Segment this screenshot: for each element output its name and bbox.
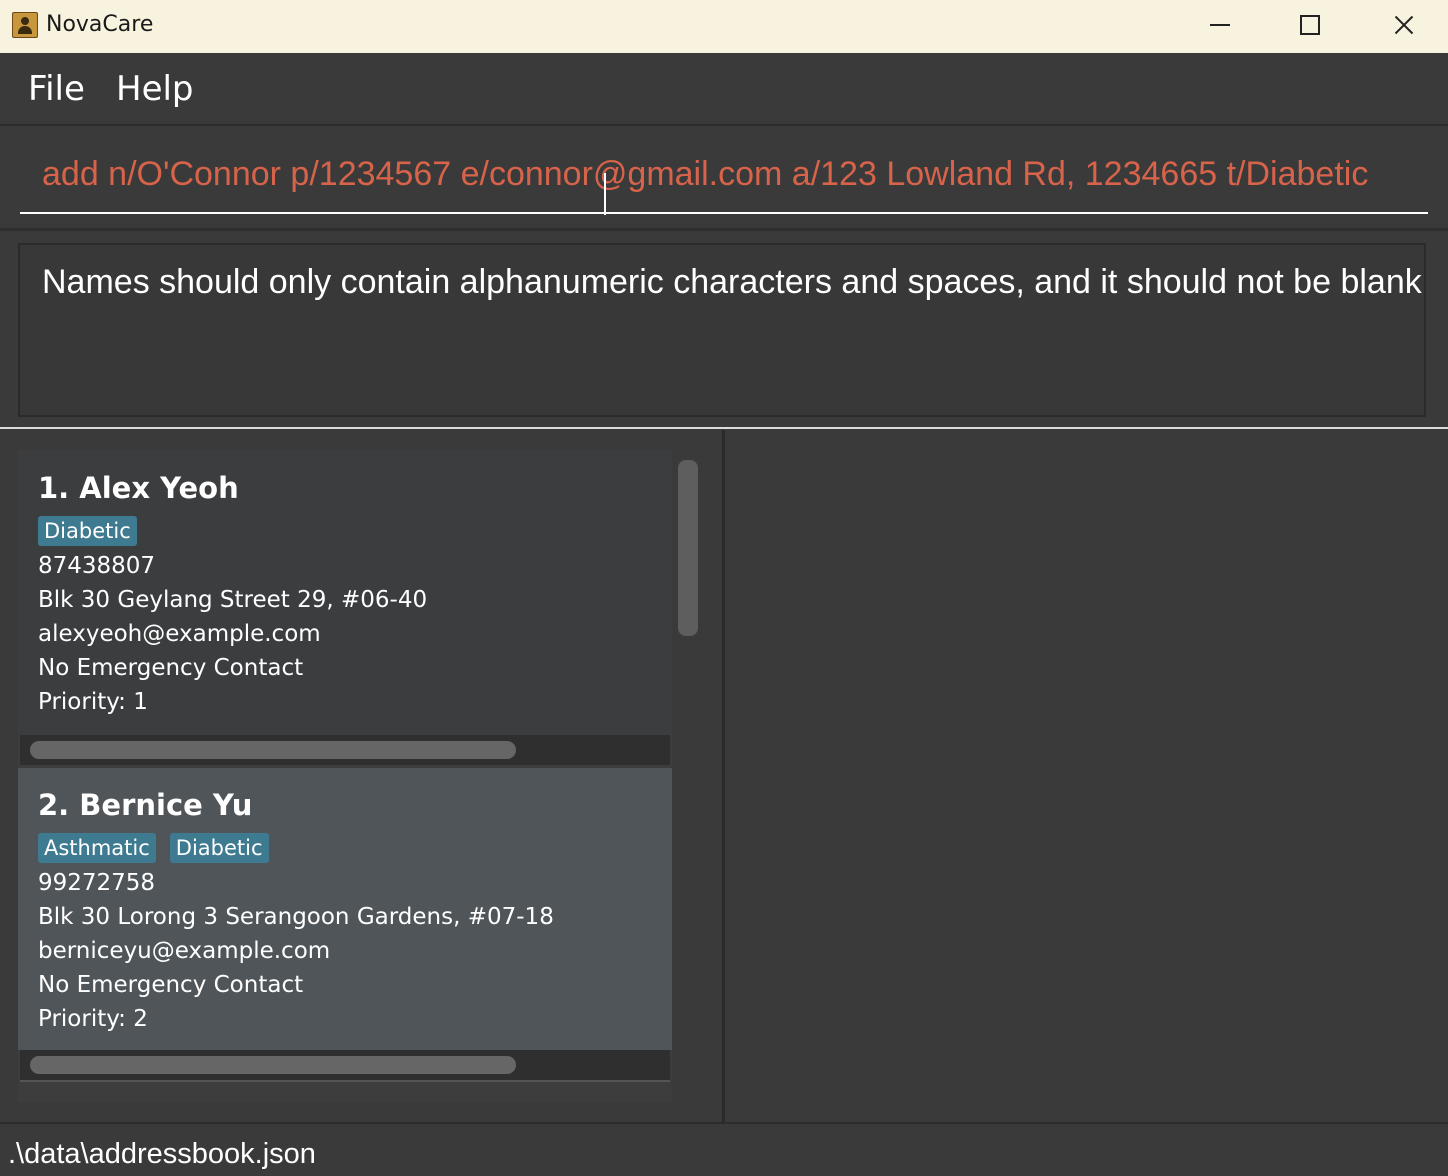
person-name: 2. Bernice Yu bbox=[38, 788, 253, 822]
scrollbar-thumb[interactable] bbox=[30, 1056, 516, 1074]
tag: Asthmatic bbox=[38, 833, 156, 863]
person-priority: Priority: 2 bbox=[38, 1006, 148, 1032]
menu-file[interactable]: File bbox=[28, 69, 85, 109]
person-address: Blk 30 Lorong 3 Serangoon Gardens, #07-1… bbox=[38, 904, 554, 930]
text-caret bbox=[604, 173, 606, 215]
command-text: add n/O'Connor p/1234567 e/connor@gmail.… bbox=[42, 155, 1369, 193]
result-message: Names should only contain alphanumeric c… bbox=[42, 263, 1422, 301]
person-card[interactable]: 1. Alex Yeoh Diabetic 87438807 Blk 30 Ge… bbox=[18, 451, 672, 735]
menu-bar: File Help bbox=[0, 53, 1448, 126]
horizontal-divider[interactable] bbox=[0, 427, 1448, 429]
person-emergency-contact: No Emergency Contact bbox=[38, 972, 304, 998]
command-box: add n/O'Connor p/1234567 e/connor@gmail.… bbox=[0, 126, 1448, 226]
app-icon bbox=[12, 12, 38, 38]
save-file-path: .\data\addressbook.json bbox=[8, 1138, 316, 1170]
card-horizontal-scrollbar[interactable] bbox=[20, 735, 670, 765]
tag: Diabetic bbox=[169, 833, 269, 863]
title-bar: NovaCare bbox=[0, 0, 1448, 53]
tag-list: Asthmatic Diabetic bbox=[38, 833, 269, 863]
person-email: berniceyu@example.com bbox=[38, 938, 331, 964]
status-bar: .\data\addressbook.json bbox=[0, 1122, 1448, 1176]
close-icon[interactable] bbox=[1358, 0, 1448, 53]
result-display-area: Names should only contain alphanumeric c… bbox=[0, 228, 1448, 429]
detail-panel bbox=[725, 430, 1448, 1122]
tag-list: Diabetic bbox=[38, 516, 137, 546]
person-card-selected[interactable]: 2. Bernice Yu Asthmatic Diabetic 9927275… bbox=[18, 768, 672, 1050]
person-phone: 99272758 bbox=[38, 870, 156, 896]
menu-help[interactable]: Help bbox=[116, 69, 194, 109]
list-vertical-scrollbar[interactable] bbox=[678, 460, 698, 636]
person-phone: 87438807 bbox=[38, 553, 156, 579]
card-horizontal-scrollbar[interactable] bbox=[20, 1050, 670, 1082]
result-display[interactable]: Names should only contain alphanumeric c… bbox=[18, 243, 1426, 417]
command-input[interactable]: add n/O'Connor p/1234567 e/connor@gmail.… bbox=[20, 140, 1428, 215]
person-emergency-contact: No Emergency Contact bbox=[38, 655, 304, 681]
tag: Diabetic bbox=[38, 516, 137, 546]
maximize-icon[interactable] bbox=[1265, 0, 1355, 53]
person-email: alexyeoh@example.com bbox=[38, 621, 321, 647]
minimize-icon[interactable] bbox=[1174, 0, 1264, 53]
person-priority: Priority: 1 bbox=[38, 689, 148, 715]
scrollbar-thumb[interactable] bbox=[30, 741, 516, 759]
window-title: NovaCare bbox=[46, 12, 154, 37]
person-name: 1. Alex Yeoh bbox=[38, 471, 239, 505]
person-address: Blk 30 Geylang Street 29, #06-40 bbox=[38, 587, 428, 613]
